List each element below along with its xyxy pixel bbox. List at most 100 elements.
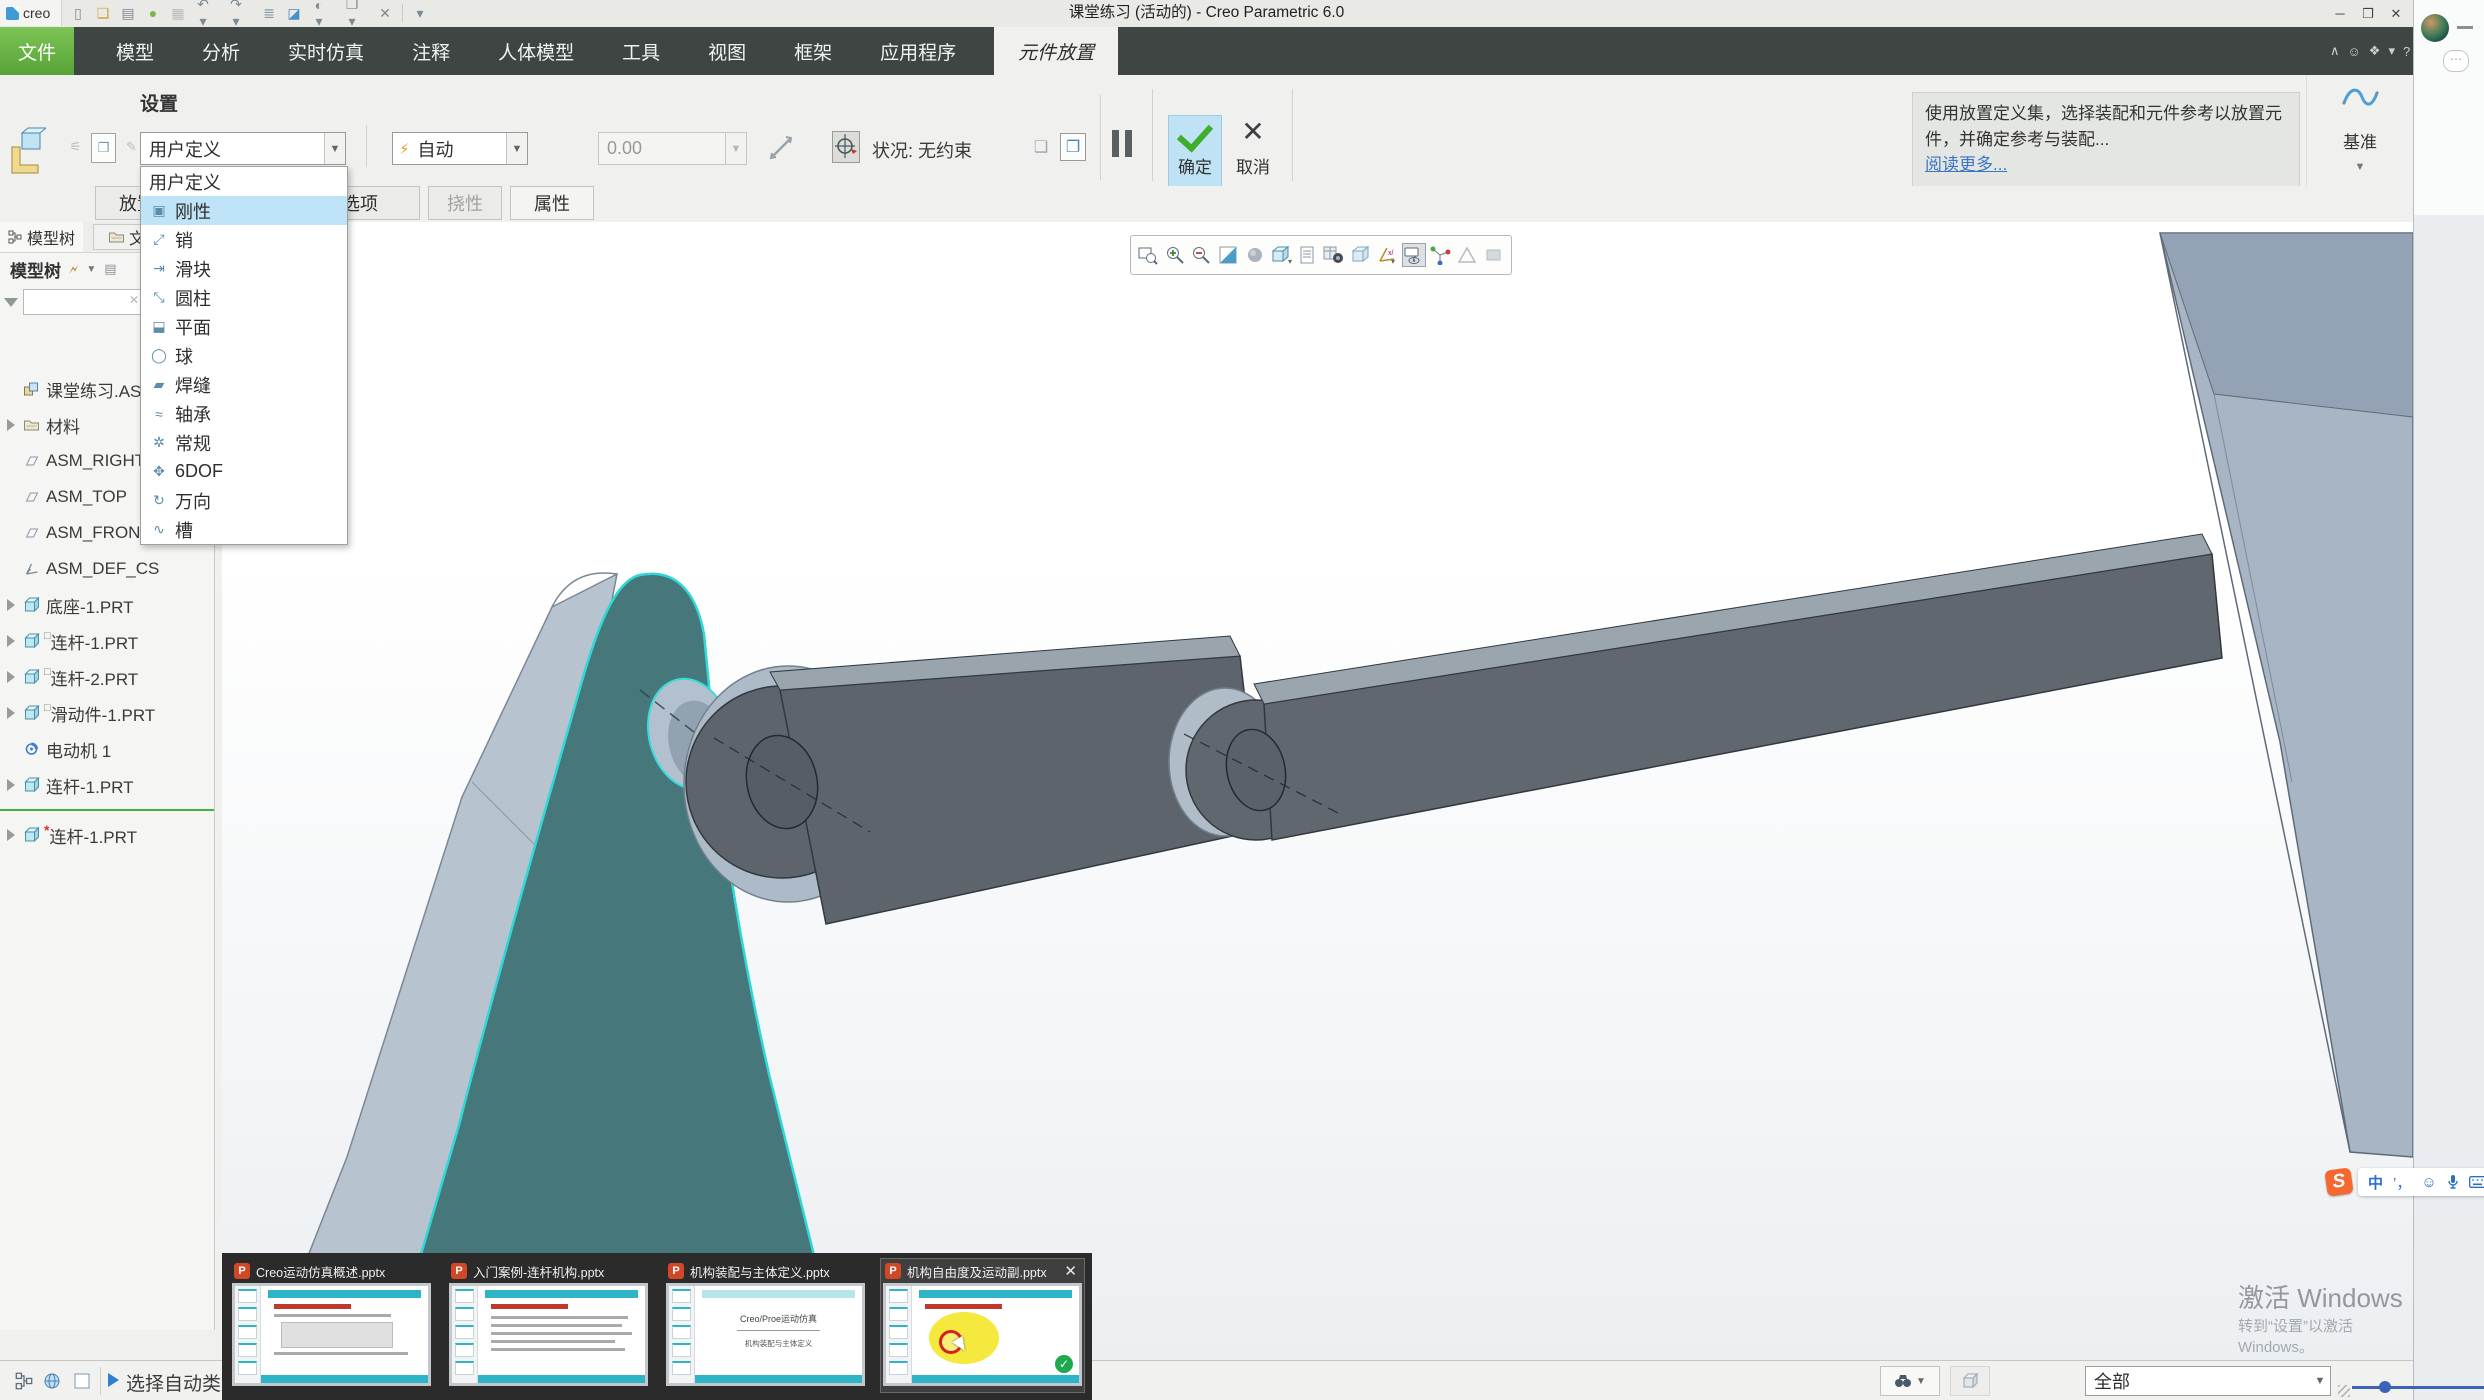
more-options-icon[interactable]: ⋯: [2443, 50, 2469, 72]
user-icon[interactable]: ☺: [2348, 44, 2361, 59]
learning-icon[interactable]: ❖: [2369, 43, 2381, 59]
select-box-icon[interactable]: [70, 1369, 94, 1393]
constraint-type-combo[interactable]: ⚡ 自动 ▼: [392, 132, 528, 165]
combo-arrow-icon[interactable]: ▼: [324, 133, 345, 164]
3d-model[interactable]: [222, 222, 2413, 1360]
undo-icon[interactable]: ↶ ▾: [195, 0, 211, 30]
read-more-link[interactable]: 阅读更多...: [1925, 155, 2007, 174]
video-progress-bar[interactable]: [2352, 1386, 2484, 1389]
minimize-icon[interactable]: [2457, 26, 2473, 29]
tree-row-link2[interactable]: □ 连杆-2.PRT: [0, 659, 214, 695]
tree-settings-icon[interactable]: ▤: [104, 261, 116, 277]
joint-type-option-gimbal[interactable]: ↻万向: [141, 486, 347, 515]
appearance-icon[interactable]: ◐ ▾: [311, 0, 327, 30]
repaint-icon[interactable]: [1216, 243, 1240, 267]
expand-icon[interactable]: [7, 671, 15, 683]
windows-switch-icon[interactable]: ❐ ▾: [344, 0, 360, 30]
tab-view[interactable]: 视图: [684, 27, 770, 75]
expand-icon[interactable]: [7, 419, 15, 431]
spline-icon[interactable]: [2340, 79, 2380, 115]
customize-qat-icon[interactable]: ▾: [412, 5, 428, 22]
expand-icon[interactable]: [7, 635, 15, 647]
emoji-icon[interactable]: ☺: [2421, 1174, 2436, 1191]
tab-manikin[interactable]: 人体模型: [474, 27, 598, 75]
preview-thumbnail[interactable]: ✓: [883, 1283, 1082, 1386]
tree-row-link1[interactable]: □ 连杆-1.PRT: [0, 623, 214, 659]
annotation-display-toggle[interactable]: [1402, 243, 1426, 267]
tab-annotate[interactable]: 注释: [388, 27, 474, 75]
set-type-combo[interactable]: 用户定义 ▼: [140, 132, 346, 165]
tree-row-link1b[interactable]: 连杆-1.PRT: [0, 767, 214, 803]
saved-views-icon[interactable]: ▾: [1269, 243, 1293, 267]
help-icon[interactable]: ?: [2403, 44, 2410, 59]
expand-icon[interactable]: [7, 599, 15, 611]
erase-icon[interactable]: ▦: [170, 5, 186, 22]
separate-window-toggle[interactable]: ⚟: [64, 133, 87, 161]
dashboard-tab-properties[interactable]: 属性: [510, 186, 594, 220]
model-tree-toggle-icon[interactable]: [12, 1369, 36, 1393]
preview-thumbnail[interactable]: [232, 1283, 431, 1386]
move-component-toggle[interactable]: [832, 131, 860, 163]
minimize-button[interactable]: ─: [2327, 6, 2353, 22]
model-tree-tab[interactable]: 模型树: [0, 222, 83, 252]
minimize-ribbon-icon[interactable]: ∧: [2330, 43, 2340, 59]
preview-thumbnail[interactable]: Creo/Proe运动仿真 机构装配与主体定义: [666, 1283, 865, 1386]
datum-expand-icon[interactable]: ▼: [2307, 161, 2413, 173]
video-progress-handle[interactable]: [2379, 1381, 2391, 1393]
resize-grip[interactable]: [2336, 1383, 2350, 1397]
regenerate-icon[interactable]: ●: [145, 5, 161, 21]
refit-icon[interactable]: [1136, 243, 1160, 267]
selection-filter-combo[interactable]: 全部 ▼: [2085, 1366, 2331, 1396]
web-browser-icon[interactable]: [40, 1369, 64, 1393]
joint-type-option-6dof[interactable]: ✥6DOF: [141, 457, 347, 486]
close-preview-icon[interactable]: ✕: [1061, 1262, 1080, 1280]
tab-component-placement[interactable]: 元件放置: [994, 27, 1118, 75]
graphics-area[interactable]: ▾ x/▾ 激活 Windows 转到“设置”以激活 Windows。: [222, 222, 2413, 1360]
tab-file[interactable]: 文件: [0, 27, 74, 75]
close-window-icon[interactable]: ✕: [377, 5, 393, 22]
joint-type-option-user-defined[interactable]: 用户定义: [141, 167, 347, 196]
close-button[interactable]: ✕: [2383, 6, 2409, 22]
clear-filter-icon[interactable]: ✕: [129, 293, 139, 307]
punctuation-icon[interactable]: ’，: [2393, 1172, 2411, 1193]
tree-row-asm-def-cs[interactable]: ASM_DEF_CS: [0, 551, 214, 587]
expand-icon[interactable]: [7, 829, 15, 841]
avatar[interactable]: [2421, 14, 2449, 42]
tree-tools-icon[interactable]: 🗲: [69, 261, 78, 278]
preview-card-3[interactable]: P 机构装配与主体定义.pptx Creo/Proe运动仿真 机构装配与主体定义: [664, 1259, 867, 1392]
search-arrow-icon[interactable]: ▼: [1916, 1376, 1926, 1387]
flip-constraint-icon[interactable]: [766, 133, 796, 168]
joint-type-option-bearing[interactable]: ≈轴承: [141, 399, 347, 428]
tree-row-link1-placing[interactable]: * 连杆-1.PRT: [0, 817, 214, 853]
redo-icon[interactable]: ↷ ▾: [228, 0, 244, 30]
joint-type-option-weld[interactable]: ▰焊缝: [141, 370, 347, 399]
shading-icon[interactable]: [1243, 243, 1267, 267]
joint-type-option-cylinder[interactable]: ⤡圆柱: [141, 283, 347, 312]
tree-filter-input[interactable]: ✕: [23, 289, 143, 315]
pause-button[interactable]: [1112, 130, 1132, 157]
preview-card-4[interactable]: P 机构自由度及运动副.pptx ✕ ✓: [881, 1259, 1084, 1392]
display-style-icon[interactable]: [1349, 243, 1373, 267]
joint-type-option-pin[interactable]: ⤢销: [141, 225, 347, 254]
capture-icon[interactable]: [1322, 243, 1346, 267]
combo-arrow-icon[interactable]: ▼: [506, 133, 527, 164]
tab-live-simulation[interactable]: 实时仿真: [264, 27, 388, 75]
tab-applications[interactable]: 应用程序: [856, 27, 980, 75]
tree-row-base-part[interactable]: 底座-1.PRT: [0, 587, 214, 623]
preview-card-2[interactable]: P 入门案例-连杆机构.pptx: [447, 1259, 650, 1392]
tab-model[interactable]: 模型: [92, 27, 178, 75]
separate-window-icon[interactable]: ❏: [1028, 133, 1054, 161]
new-file-icon[interactable]: ▯: [70, 5, 86, 22]
sogou-logo-icon[interactable]: S: [2324, 1167, 2353, 1196]
chevron-down-icon[interactable]: ▾: [2388, 43, 2395, 59]
preview-thumbnail[interactable]: [449, 1283, 648, 1386]
zoom-in-icon[interactable]: [1163, 243, 1187, 267]
tree-row-motor[interactable]: 电动机 1: [0, 731, 214, 767]
open-file-icon[interactable]: ❏: [95, 5, 111, 22]
tab-framework[interactable]: 框架: [770, 27, 856, 75]
tree-row-slider-part[interactable]: □ 滑动件-1.PRT: [0, 695, 214, 731]
zoom-out-icon[interactable]: [1189, 243, 1213, 267]
filter-icon[interactable]: [4, 298, 18, 307]
cancel-button[interactable]: ✕ 取消: [1226, 115, 1280, 187]
base-plate[interactable]: [2160, 233, 2413, 1157]
